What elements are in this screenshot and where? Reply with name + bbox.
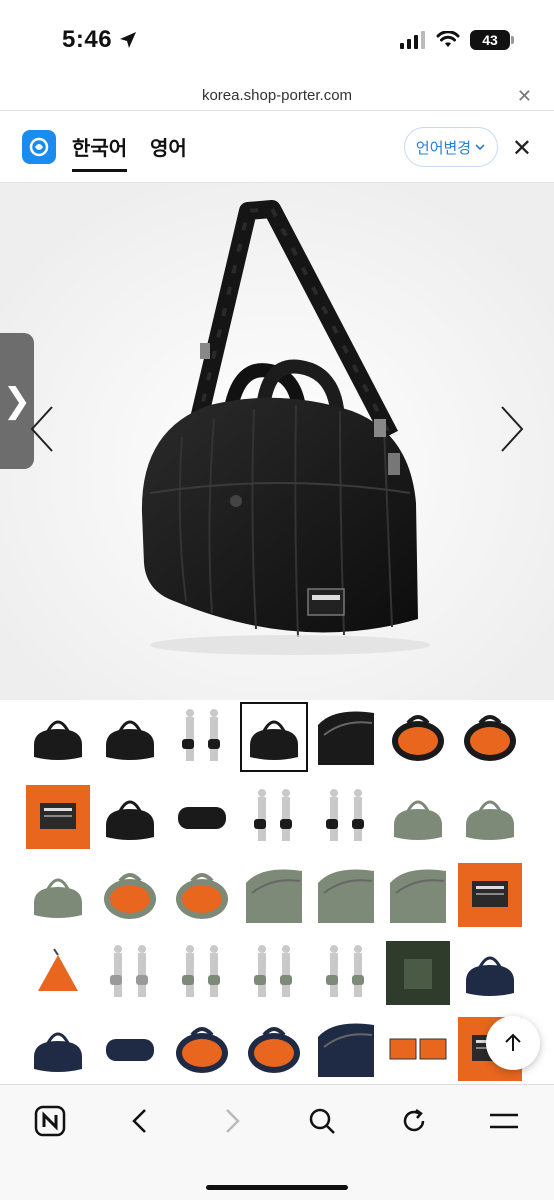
forward-button[interactable]: [210, 1099, 254, 1143]
thumbnail-black-bag[interactable]: [98, 704, 162, 770]
language-change-button[interactable]: 언어변경: [404, 127, 498, 167]
thumbnail-black-bag[interactable]: [98, 784, 162, 850]
wifi-icon: [436, 31, 460, 47]
translate-bar: 한국어 영어 언어변경 ✕: [0, 112, 554, 182]
thumbnail-black-detail[interactable]: [314, 704, 378, 770]
thumbnail-model-olive[interactable]: [314, 940, 378, 1006]
refresh-button[interactable]: [392, 1099, 436, 1143]
thumbnail-navy-pouch[interactable]: [98, 1016, 162, 1082]
thumbnail-olive-open[interactable]: [170, 862, 234, 928]
scroll-to-top-button[interactable]: [486, 1016, 540, 1070]
url-text: korea.shop-porter.com: [201, 87, 353, 104]
battery-indicator: 43: [470, 30, 514, 50]
thumbnail-black-pouch[interactable]: [170, 784, 234, 850]
thumbnail-row: [26, 702, 522, 772]
thumbnail-orange-drawstring[interactable]: [26, 940, 90, 1006]
language-change-label: 언어변경: [415, 139, 472, 157]
divider: [0, 110, 554, 111]
thumbnail-navy-open[interactable]: [242, 1016, 306, 1082]
thumbnail-navy-bag[interactable]: [26, 1016, 90, 1082]
thumbnail-olive-card[interactable]: [386, 940, 450, 1006]
back-button[interactable]: [118, 1099, 162, 1143]
translate-logo-icon: [22, 130, 56, 164]
thumbnail-orange-card[interactable]: [26, 784, 90, 850]
product-hero-image[interactable]: ❯: [0, 183, 554, 700]
thumbnail-olive-detail[interactable]: [386, 862, 450, 928]
bag-image: [0, 183, 554, 700]
thumbnail-row: [26, 784, 522, 850]
status-time: 5:46: [62, 26, 113, 53]
thumbnail-black-open[interactable]: [458, 704, 522, 770]
thumbnail-model-gray[interactable]: [98, 940, 162, 1006]
thumbnail-orange-wallet[interactable]: [386, 1016, 450, 1082]
thumbnail-row: [26, 862, 522, 928]
forward-icon: [226, 1109, 240, 1133]
thumbnail-black-bag-selected[interactable]: [240, 702, 308, 772]
thumbnail-model-olive[interactable]: [170, 940, 234, 1006]
menu-button[interactable]: [482, 1099, 526, 1143]
thumbnail-olive-bag[interactable]: [458, 784, 522, 850]
arrow-up-icon: [505, 1033, 521, 1051]
translate-close-icon[interactable]: ✕: [512, 134, 532, 163]
thumbnail-olive-detail[interactable]: [314, 862, 378, 928]
naver-home-button[interactable]: [28, 1099, 72, 1143]
thumbnail-row: [26, 940, 522, 1006]
thumbnail-olive-open[interactable]: [98, 862, 162, 928]
thumbnail-black-open[interactable]: [386, 704, 450, 770]
chevron-down-icon: [475, 144, 485, 151]
side-panel-tab[interactable]: ❯: [0, 333, 34, 469]
thumbnail-navy-bag[interactable]: [458, 940, 522, 1006]
thumbnail-model-olive[interactable]: [242, 940, 306, 1006]
search-icon: [309, 1108, 335, 1134]
signal-icon: [400, 31, 425, 49]
thumbnail-navy-open[interactable]: [170, 1016, 234, 1082]
thumbnail-model-black[interactable]: [170, 704, 234, 770]
thumbnail-model-black[interactable]: [314, 784, 378, 850]
menu-icon: [490, 1113, 518, 1129]
tab-english[interactable]: 영어: [150, 132, 187, 161]
thumbnail-olive-detail[interactable]: [242, 862, 306, 928]
next-image-arrow-icon[interactable]: [500, 405, 524, 453]
home-indicator: [206, 1185, 348, 1190]
back-icon: [132, 1109, 146, 1133]
search-button[interactable]: [300, 1099, 344, 1143]
tab-korean[interactable]: 한국어: [72, 132, 128, 172]
location-arrow-icon: [120, 32, 137, 48]
naver-home-icon: [34, 1105, 66, 1137]
browser-toolbar: [0, 1084, 554, 1200]
refresh-icon: [403, 1108, 425, 1132]
previous-image-arrow-icon[interactable]: [30, 405, 54, 453]
url-bar[interactable]: korea.shop-porter.com ✕: [0, 80, 554, 110]
thumbnail-olive-bag[interactable]: [386, 784, 450, 850]
thumbnail-navy-detail[interactable]: [314, 1016, 378, 1082]
thumbnail-row: [26, 1016, 522, 1082]
status-bar: 5:46 43: [0, 0, 554, 80]
close-icon[interactable]: ✕: [517, 86, 532, 107]
thumbnail-black-bag[interactable]: [26, 704, 90, 770]
thumbnail-orange-card[interactable]: [458, 862, 522, 928]
thumbnail-model-black[interactable]: [242, 784, 306, 850]
thumbnail-olive-bag[interactable]: [26, 862, 90, 928]
